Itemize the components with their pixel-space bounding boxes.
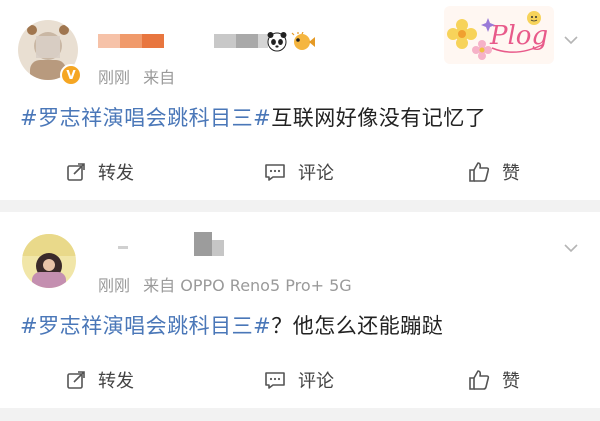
like-button[interactable]: 赞	[468, 360, 520, 400]
comment-label: 评论	[298, 371, 334, 392]
repost-icon	[67, 371, 85, 389]
post-actions: 转发 评论 赞	[0, 360, 600, 400]
hashtag-link[interactable]: #罗志祥演唱会跳科目三#	[20, 314, 271, 338]
repost-button[interactable]: 转发	[66, 360, 134, 400]
post-meta: 刚刚 来自 OPPO Reno5 Pro+ 5G	[98, 272, 352, 296]
repost-icon	[67, 163, 85, 181]
thumbs-up-icon	[469, 370, 490, 390]
repost-label: 转发	[98, 163, 134, 184]
comment-button[interactable]: 评论	[264, 152, 334, 192]
username-blur[interactable]	[98, 34, 120, 48]
username-blur[interactable]	[118, 246, 128, 249]
post-content: #罗志祥演唱会跳科目三#互联网好像没有记忆了	[20, 102, 486, 132]
comment-label: 评论	[298, 163, 334, 184]
chevron-down-icon[interactable]	[563, 32, 579, 48]
panda-emoji-icon	[267, 32, 287, 52]
post-meta: 刚刚 来自	[98, 64, 175, 88]
comment-icon	[265, 372, 285, 389]
like-label: 赞	[502, 371, 520, 392]
post-text: ？他怎么还能蹦跶	[271, 314, 444, 338]
chevron-down-icon[interactable]	[563, 240, 579, 256]
plog-sticker-icon: Plog	[444, 6, 554, 64]
hashtag-link[interactable]: #罗志祥演唱会跳科目三#	[20, 106, 271, 130]
like-button[interactable]: 赞	[468, 152, 520, 192]
comment-icon	[265, 164, 285, 181]
post-source-device: OPPO Reno5 Pro+ 5G	[180, 276, 352, 295]
post-source-prefix: 来自	[143, 276, 176, 295]
weibo-post: V Plog 刚刚 来自 #罗志祥演唱会跳科目三#互联网好像没有记忆了 转发 评…	[0, 0, 600, 200]
pufferfish-emoji-icon	[291, 32, 315, 50]
post-source-prefix: 来自	[143, 68, 176, 87]
weibo-post: 刚刚 来自 OPPO Reno5 Pro+ 5G #罗志祥演唱会跳科目三#？他怎…	[0, 212, 600, 408]
post-actions: 转发 评论 赞	[0, 152, 600, 192]
post-text: 互联网好像没有记忆了	[271, 106, 487, 130]
repost-label: 转发	[98, 371, 134, 392]
avatar[interactable]	[22, 234, 76, 288]
thumbs-up-icon	[469, 162, 490, 182]
post-time: 刚刚	[98, 68, 131, 87]
repost-button[interactable]: 转发	[66, 152, 134, 192]
post-content: #罗志祥演唱会跳科目三#？他怎么还能蹦跶	[20, 310, 443, 340]
like-label: 赞	[502, 163, 520, 184]
verified-badge-icon: V	[60, 64, 82, 86]
comment-button[interactable]: 评论	[264, 360, 334, 400]
post-time: 刚刚	[98, 276, 131, 295]
